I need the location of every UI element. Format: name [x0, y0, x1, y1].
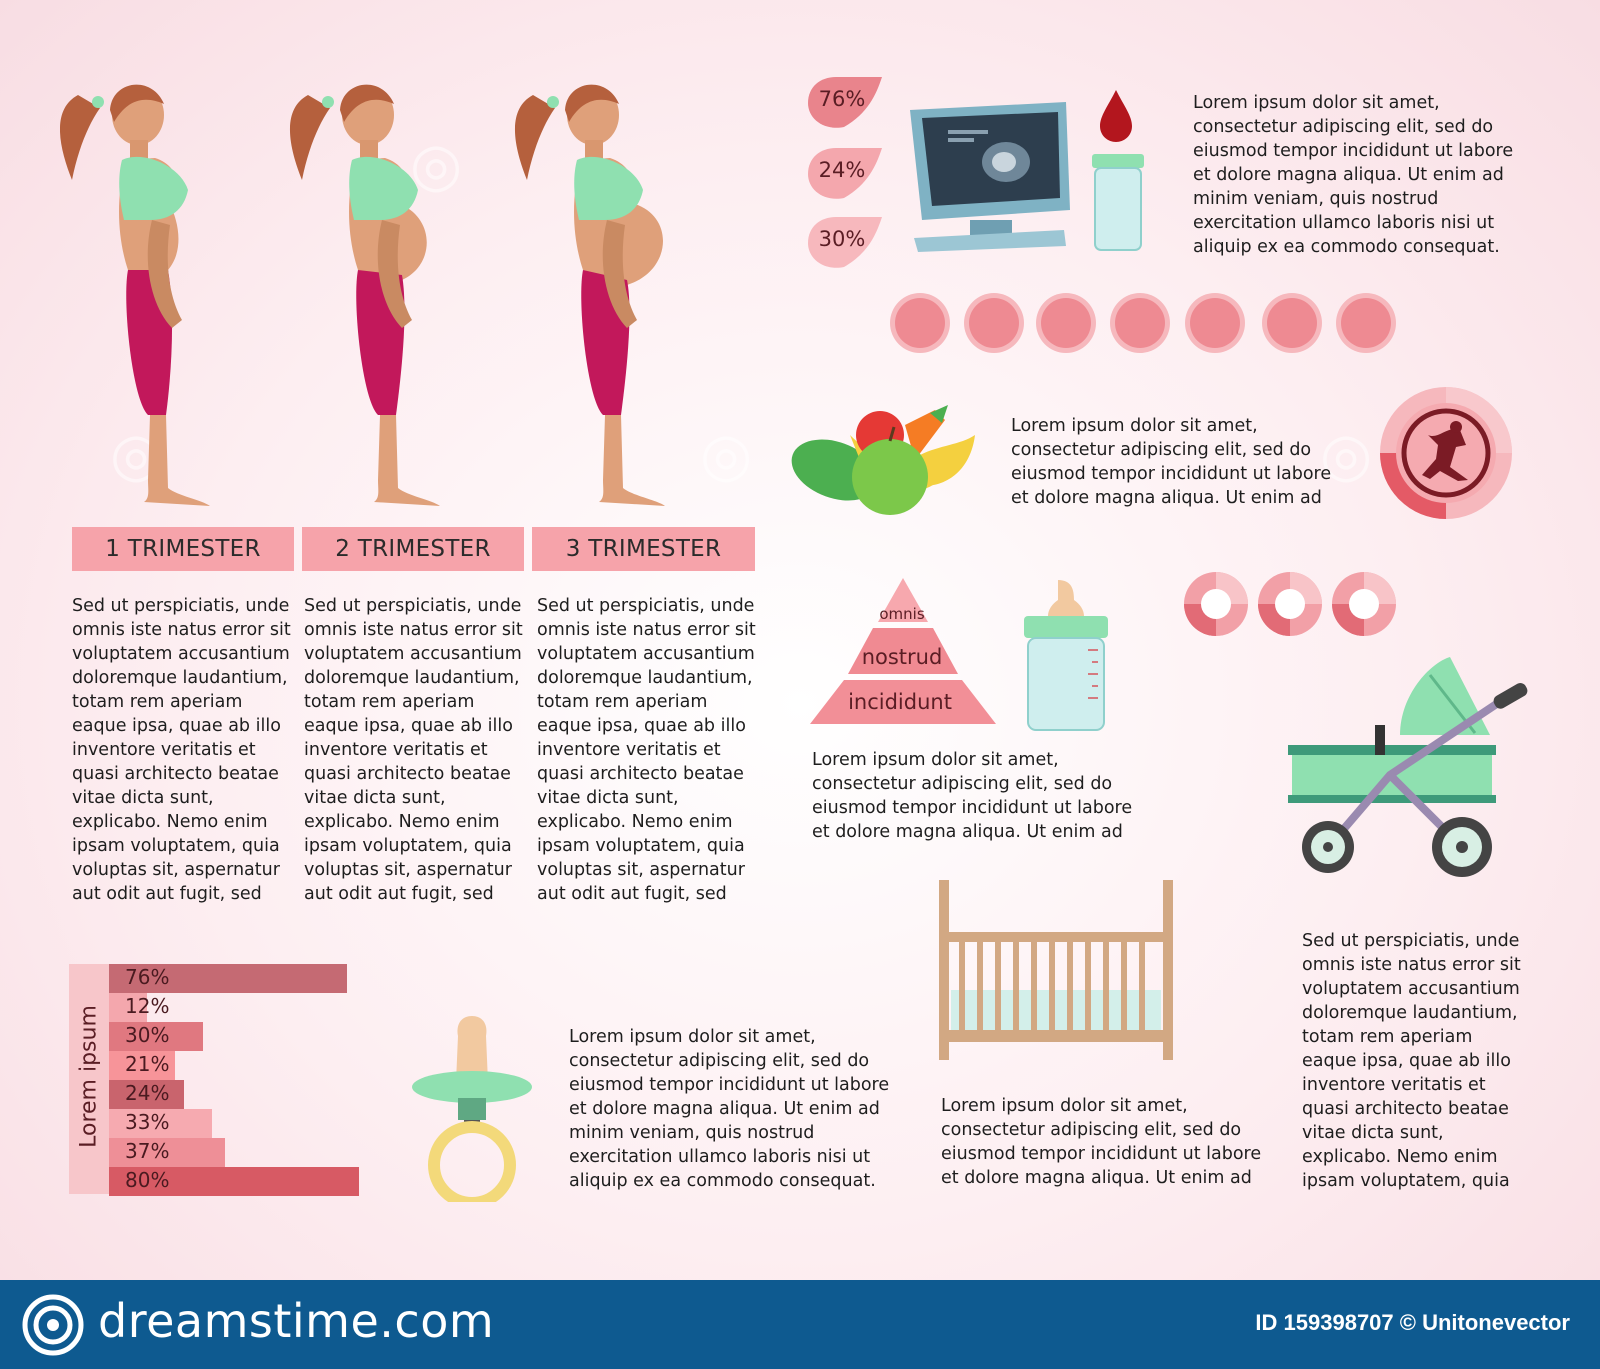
pink-circle-icon: [1185, 293, 1245, 353]
trimester-2-text: Sed ut perspiciatis, unde omnis iste nat…: [304, 596, 523, 904]
trimester-2-label: 2 TRIMESTER: [302, 527, 524, 571]
bar-1: 76%: [109, 964, 347, 993]
bar-1-label: 76%: [125, 965, 170, 989]
crib-text: Lorem ipsum dolor sit amet, consectetur …: [941, 1096, 1262, 1188]
pyramid-middle-label: nostrud: [861, 645, 943, 669]
pink-circle-icon: [890, 293, 950, 353]
footer-bar: dreamstime.com ID 159398707 © Unitonevec…: [0, 1280, 1600, 1369]
pyramid-text: Lorem ipsum dolor sit amet, consectetur …: [812, 750, 1133, 842]
percent-drop-1-value: 76%: [818, 87, 866, 111]
bar-4: 21%: [109, 1051, 175, 1080]
pacifier-icon: [412, 1016, 532, 1202]
yoga-exercise-icon: [1380, 387, 1512, 519]
trimester-3-label: 3 TRIMESTER: [532, 527, 755, 571]
bar-6: 33%: [109, 1109, 212, 1138]
pyramid-top-label: omnis: [879, 605, 925, 623]
baby-bottle-icon: [1024, 580, 1108, 731]
pink-circle-icon: [1036, 293, 1096, 353]
pyramid-bottom-label: incididunt: [848, 690, 952, 714]
pink-circle-icon: [1262, 293, 1322, 353]
bar-2-label: 12%: [125, 994, 170, 1018]
donut-ring-icon: [1184, 572, 1248, 636]
bar-chart-axis-panel: Lorem ipsum: [69, 964, 109, 1194]
pink-circle-icon: [1336, 293, 1396, 353]
donut-ring-icon: [1332, 572, 1396, 636]
fruits-vegetables-icon: [791, 405, 975, 515]
stroller-text: Sed ut perspiciatis, unde omnis iste nat…: [1302, 931, 1521, 1191]
percent-drop-3-value: 30%: [818, 227, 866, 251]
pacifier-text: Lorem ipsum dolor sit amet, consectetur …: [569, 1027, 890, 1191]
bar-7-label: 37%: [125, 1139, 170, 1163]
ultrasound-monitor-icon: [910, 102, 1070, 252]
footer-site-name: dreamstime.com: [98, 1294, 495, 1348]
bar-5-label: 24%: [125, 1081, 170, 1105]
bar-2: 12%: [109, 993, 169, 1022]
bar-6-label: 33%: [125, 1110, 170, 1134]
bar-7: 37%: [109, 1138, 225, 1167]
percent-drop-3: 30%: [806, 215, 884, 271]
donut-rings: [1184, 572, 1396, 636]
percent-drop-1: 76%: [806, 75, 884, 131]
bar-3-label: 30%: [125, 1023, 170, 1047]
bar-3: 30%: [109, 1022, 203, 1051]
fruit-text: Lorem ipsum dolor sit amet, consectetur …: [1011, 416, 1332, 508]
bar-8: 80%: [109, 1167, 359, 1196]
crib-icon: [939, 880, 1173, 1060]
pink-circle-icon: [1110, 293, 1170, 353]
top-right-text: Lorem ipsum dolor sit amet, consectetur …: [1193, 93, 1514, 257]
infographic-canvas: ◎ ◎ ◎ ◎ ◎: [0, 0, 1600, 1280]
donut-ring-icon: [1258, 572, 1322, 636]
pink-circle-icon: [964, 293, 1024, 353]
footer-image-id: ID 159398707 © Unitonevector: [1255, 1310, 1570, 1335]
bar-chart-axis-label: Lorem ipsum: [76, 1005, 102, 1148]
percent-drop-2: 24%: [806, 146, 884, 202]
stroller-icon: [1288, 657, 1528, 877]
trimester-1-label: 1 TRIMESTER: [72, 527, 294, 571]
bar-4-label: 21%: [125, 1052, 170, 1076]
circle-row: [890, 293, 1396, 353]
trimester-1-text: Sed ut perspiciatis, unde omnis iste nat…: [72, 596, 291, 904]
bar-5: 24%: [109, 1080, 184, 1109]
pregnancy-figures: [60, 84, 665, 506]
percent-drop-2-value: 24%: [818, 158, 866, 182]
blood-test-tube-icon: [1092, 90, 1144, 251]
trimester-3-text: Sed ut perspiciatis, unde omnis iste nat…: [537, 596, 756, 904]
bar-8-label: 80%: [125, 1168, 170, 1192]
dreamstime-logo-icon: [22, 1294, 84, 1356]
